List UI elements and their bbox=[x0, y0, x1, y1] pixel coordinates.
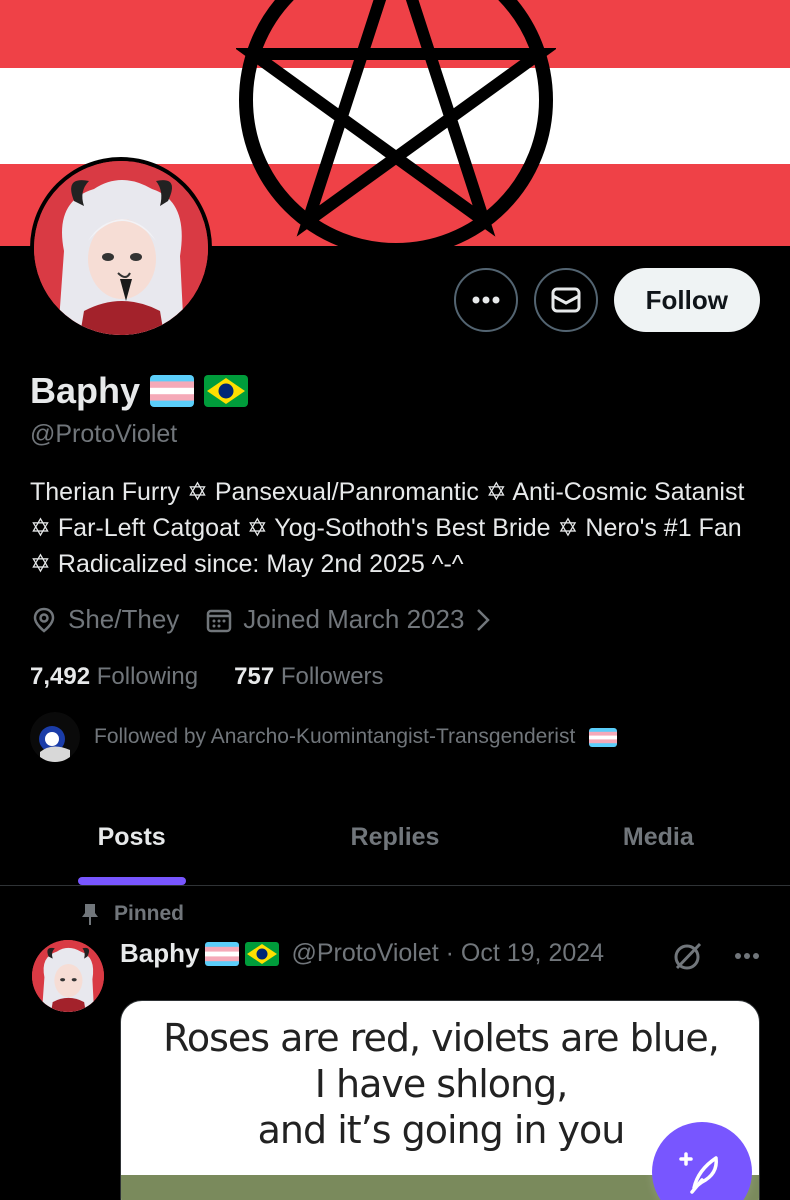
profile-actions: Follow bbox=[453, 268, 760, 332]
avatar-image bbox=[34, 161, 208, 335]
following-label: Following bbox=[96, 663, 199, 690]
chevron-right-icon[interactable] bbox=[474, 607, 492, 633]
followers-label: Followers bbox=[280, 663, 384, 690]
meme-line-1: Roses are red, violets are blue, bbox=[163, 1016, 720, 1060]
post-handle-date[interactable]: @ProtoViolet · Oct 19, 2024 bbox=[291, 939, 604, 968]
follower-avatar bbox=[30, 712, 80, 762]
post-author-name[interactable]: Baphy bbox=[120, 938, 199, 969]
tab-replies-label: Replies bbox=[350, 823, 440, 851]
location-pin-icon bbox=[30, 606, 58, 634]
display-name: Baphy bbox=[30, 370, 141, 411]
trans-flag-icon bbox=[150, 375, 195, 407]
envelope-icon bbox=[551, 287, 581, 313]
profile-bio: Therian Furry ✡ Pansexual/Panromantic ✡ … bbox=[30, 478, 745, 578]
pronouns-text: She/They bbox=[68, 604, 180, 634]
profile-meta: She/They Joined March 2023 bbox=[30, 604, 492, 635]
ellipsis-icon bbox=[472, 296, 500, 304]
tab-replies[interactable]: Replies bbox=[263, 790, 526, 885]
tab-posts[interactable]: Posts bbox=[0, 790, 263, 885]
ellipsis-icon[interactable] bbox=[734, 952, 760, 960]
calendar-icon bbox=[205, 606, 233, 634]
tab-media-label: Media bbox=[622, 823, 694, 851]
active-tab-indicator bbox=[77, 877, 186, 885]
profile-stats: 7,492 Following 757 Followers bbox=[30, 663, 384, 691]
followers-stat[interactable]: 757 Followers bbox=[234, 663, 383, 691]
followers-count: 757 bbox=[234, 663, 275, 690]
joined-date[interactable]: Joined March 2023 bbox=[243, 604, 464, 635]
trans-flag-icon bbox=[205, 941, 240, 966]
message-button[interactable] bbox=[533, 268, 598, 332]
meme-line-2: I have shlong, bbox=[314, 1062, 569, 1106]
followed-by-text: Followed by Anarcho-Kuomintangist-Transg… bbox=[94, 725, 576, 748]
profile-name-row: Baphy bbox=[30, 370, 249, 412]
pentagram-icon bbox=[236, 0, 556, 246]
compose-feather-icon bbox=[679, 1152, 718, 1194]
post-header-icons bbox=[672, 940, 760, 972]
profile-tabs: Posts Replies Media bbox=[0, 790, 790, 886]
post-avatar[interactable] bbox=[32, 940, 104, 1012]
brazil-flag-icon bbox=[204, 375, 249, 407]
trans-flag-icon bbox=[589, 727, 618, 747]
brazil-flag-icon bbox=[245, 941, 280, 966]
tab-posts-label: Posts bbox=[97, 823, 166, 851]
more-options-button[interactable] bbox=[453, 268, 518, 332]
grok-icon[interactable] bbox=[672, 940, 704, 972]
pin-icon bbox=[82, 904, 98, 925]
follow-button[interactable]: Follow bbox=[613, 268, 760, 332]
meme-text: Roses are red, violets are blue, I have … bbox=[121, 1015, 759, 1153]
followed-by-row[interactable]: Followed by Anarcho-Kuomintangist-Transg… bbox=[30, 712, 618, 762]
following-count: 7,492 bbox=[30, 663, 91, 690]
post-header: Baphy @ProtoViolet · Oct 19, 2024 bbox=[120, 938, 760, 969]
profile-avatar[interactable] bbox=[30, 157, 212, 339]
following-stat[interactable]: 7,492 Following bbox=[30, 663, 198, 691]
pinned-label: Pinned bbox=[114, 902, 185, 925]
profile-handle: @ProtoViolet bbox=[30, 420, 178, 448]
tab-media[interactable]: Media bbox=[527, 790, 790, 885]
pinned-indicator: Pinned bbox=[80, 902, 184, 926]
